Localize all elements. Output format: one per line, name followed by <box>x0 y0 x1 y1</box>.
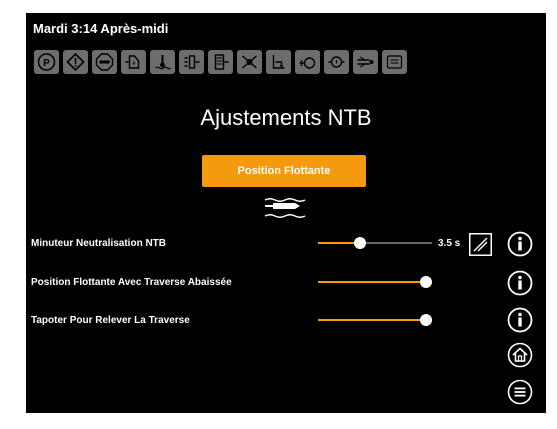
air-filter-icon <box>208 50 233 74</box>
stop-icon <box>92 50 117 74</box>
slider-knob[interactable] <box>354 237 366 249</box>
fuel-filter-icon <box>179 50 204 74</box>
engine-oil-icon <box>324 50 349 74</box>
display-screen: Mardi 3:14 Après-midi P Ajustements NTB … <box>26 13 546 413</box>
slider-fill <box>318 319 426 321</box>
info-button-float-lowered[interactable] <box>507 270 533 296</box>
def-fluid-icon <box>382 50 407 74</box>
edit-value-button[interactable] <box>469 233 492 256</box>
menu-button[interactable] <box>507 379 533 405</box>
warning-icon <box>63 50 88 74</box>
slider-knob[interactable] <box>420 314 432 326</box>
hydraulic-cylinder-icon <box>264 198 306 218</box>
setting-label-tap-raise: Tapoter Pour Relever La Traverse <box>31 315 190 326</box>
transmission-icon <box>237 50 262 74</box>
float-lowered-slider[interactable] <box>318 276 432 288</box>
float-position-button[interactable]: Position Flottante <box>202 155 366 187</box>
clock-text: Mardi 3:14 Après-midi <box>33 21 169 36</box>
tap-raise-slider[interactable] <box>318 314 432 326</box>
water-temperature-icon <box>150 50 175 74</box>
setting-label-ntb-timer: Minuteur Neutralisation NTB <box>31 238 167 249</box>
parking-icon: P <box>34 50 59 74</box>
slider-fill <box>318 281 426 283</box>
oil-pressure-icon <box>295 50 320 74</box>
info-button-ntb-timer[interactable] <box>507 231 533 257</box>
home-button[interactable] <box>507 342 533 368</box>
svg-text:P: P <box>43 58 50 69</box>
slider-knob[interactable] <box>420 276 432 288</box>
coolant-level-icon <box>266 50 291 74</box>
info-button-tap-raise[interactable] <box>507 307 533 333</box>
hitch-icon <box>353 50 378 74</box>
page-title: Ajustements NTB <box>200 105 372 130</box>
warning-icon-bar: P <box>34 50 407 74</box>
hydraulic-filter-icon <box>121 50 146 74</box>
ntb-timer-value: 3.5 s <box>438 238 461 249</box>
ntb-timer-slider[interactable] <box>318 237 432 249</box>
setting-label-float-lowered: Position Flottante Avec Traverse Abaissé… <box>31 277 232 288</box>
